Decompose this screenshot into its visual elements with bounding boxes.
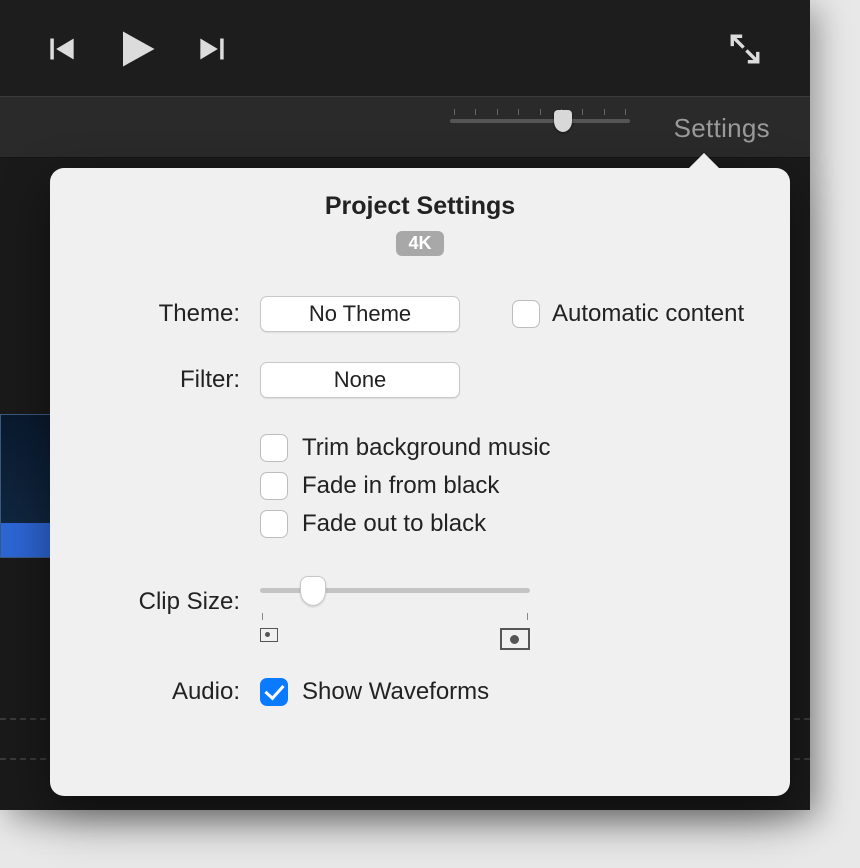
next-icon[interactable] <box>198 35 226 63</box>
audio-label: Audio: <box>50 678 260 706</box>
video-clip[interactable] <box>0 414 54 558</box>
timeline-toolbar: Settings <box>0 96 810 158</box>
play-icon[interactable] <box>116 28 158 70</box>
previous-icon[interactable] <box>48 35 76 63</box>
clip-size-slider-thumb[interactable] <box>300 576 326 606</box>
expand-icon[interactable] <box>728 32 762 71</box>
filter-select[interactable]: None <box>260 362 460 398</box>
clip-size-small-icon <box>260 628 278 642</box>
trim-background-music-checkbox[interactable] <box>260 434 288 462</box>
automatic-content-checkbox[interactable] <box>512 300 540 328</box>
fade-in-label: Fade in from black <box>302 472 499 500</box>
show-waveforms-label: Show Waveforms <box>302 678 489 706</box>
settings-button[interactable]: Settings <box>674 113 770 144</box>
playback-toolbar <box>0 0 810 96</box>
automatic-content-label: Automatic content <box>552 300 744 328</box>
zoom-slider-thumb[interactable] <box>554 110 572 132</box>
popover-title: Project Settings <box>50 192 790 221</box>
fade-out-checkbox[interactable] <box>260 510 288 538</box>
zoom-slider[interactable] <box>450 109 630 147</box>
fade-in-checkbox[interactable] <box>260 472 288 500</box>
theme-select[interactable]: No Theme <box>260 296 460 332</box>
clip-audio-waveform <box>1 523 53 557</box>
clip-size-slider[interactable] <box>260 588 530 650</box>
project-settings-popover: Project Settings 4K Theme: No Theme Auto… <box>50 168 790 796</box>
clip-size-large-icon <box>500 628 530 650</box>
resolution-badge: 4K <box>396 231 444 256</box>
theme-label: Theme: <box>50 300 260 328</box>
filter-label: Filter: <box>50 366 260 394</box>
fade-out-label: Fade out to black <box>302 510 486 538</box>
popover-arrow <box>688 153 720 169</box>
show-waveforms-checkbox[interactable] <box>260 678 288 706</box>
clip-size-label: Clip Size: <box>50 588 260 616</box>
app-window: Settings Project Settings 4K Theme: No T… <box>0 0 810 810</box>
trim-background-music-label: Trim background music <box>302 434 551 462</box>
